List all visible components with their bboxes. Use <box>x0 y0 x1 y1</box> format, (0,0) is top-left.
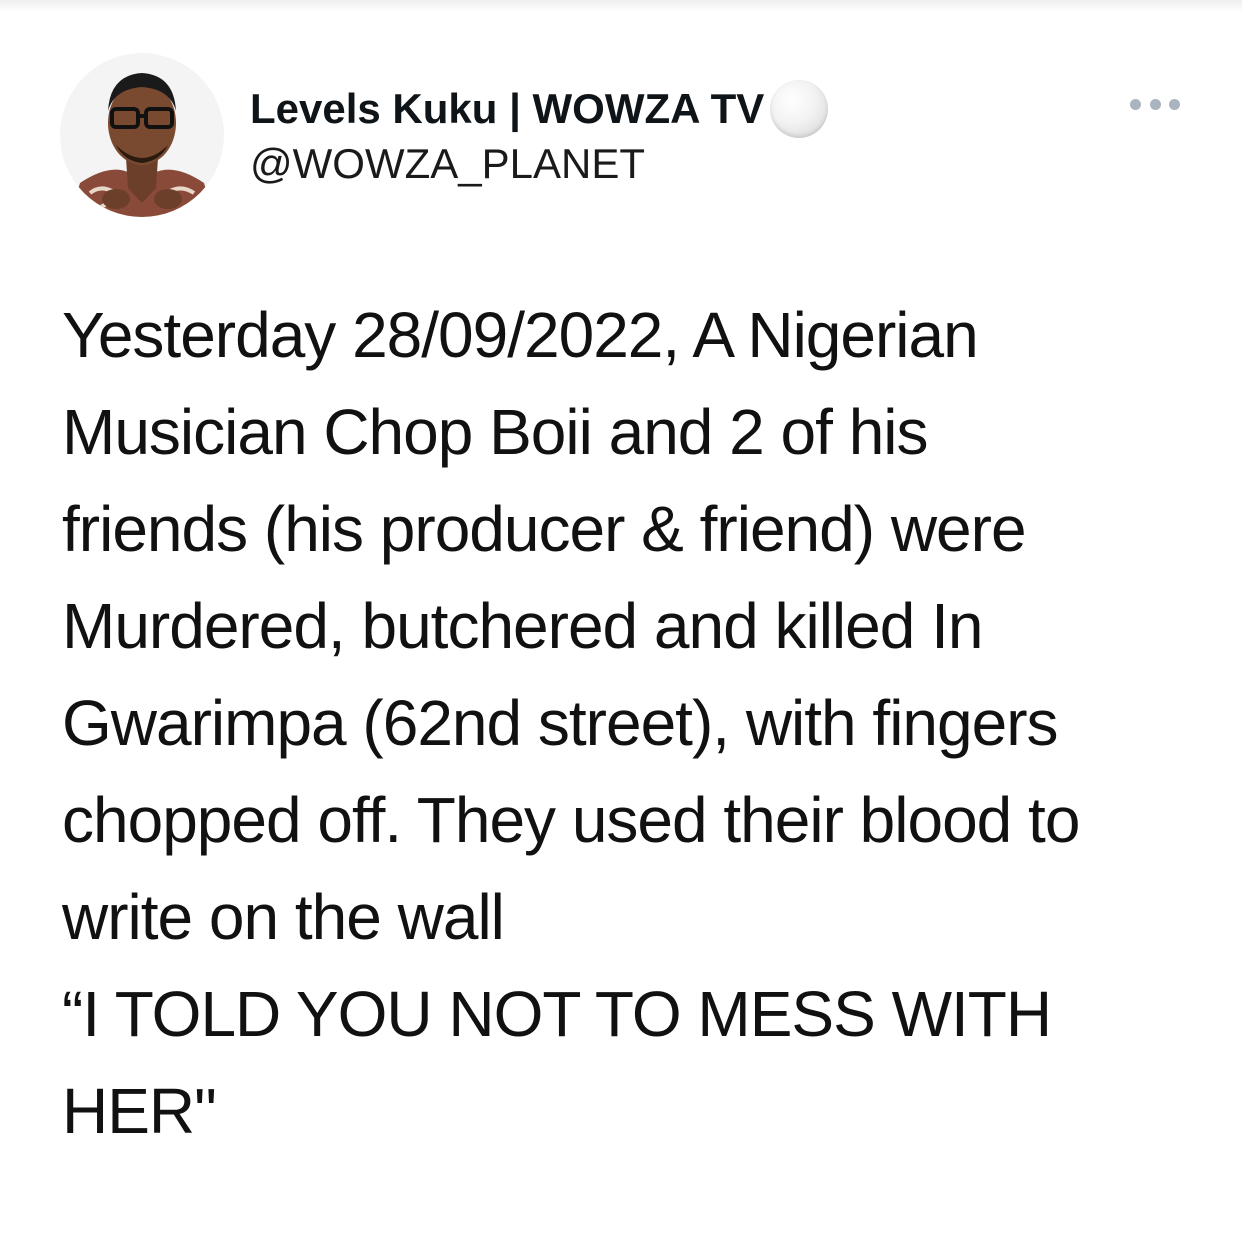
tweet-line: Yesterday 28/09/2022, A Nigerian <box>62 299 979 371</box>
tweet-line: Murdered, butchered and killed In <box>62 590 983 662</box>
ellipsis-dot-icon <box>1130 98 1141 110</box>
ellipsis-dot-icon <box>1149 98 1161 110</box>
author-handle[interactable]: @WOWZA_PLANET <box>250 140 645 188</box>
author-avatar[interactable] <box>60 53 224 217</box>
display-name-text: Levels Kuku | WOWZA TV <box>250 85 765 132</box>
tweet-quote-line: HER" <box>62 1075 217 1147</box>
ellipsis-dot-icon <box>1169 98 1180 110</box>
tweet-line: chopped off. They used their blood to <box>62 784 1080 856</box>
verified-badge-icon <box>770 80 829 138</box>
more-options-button[interactable] <box>1130 92 1180 116</box>
profile-photo-icon <box>60 53 224 217</box>
tweet-quote-line: “I TOLD YOU NOT TO MESS WITH <box>62 978 1052 1050</box>
tweet-body: Yesterday 28/09/2022, A Nigerian Musicia… <box>62 287 1192 1160</box>
top-edge-shadow <box>0 0 1242 12</box>
tweet-line: Musician Chop Boii and 2 of his <box>62 396 929 468</box>
tweet-line: write on the wall <box>62 881 505 953</box>
tweet-line: Gwarimpa (62nd street), with fingers <box>62 687 1059 759</box>
tweet-line: friends (his producer & friend) were <box>62 493 1027 565</box>
author-display-name[interactable]: Levels Kuku | WOWZA TV <box>250 80 829 138</box>
